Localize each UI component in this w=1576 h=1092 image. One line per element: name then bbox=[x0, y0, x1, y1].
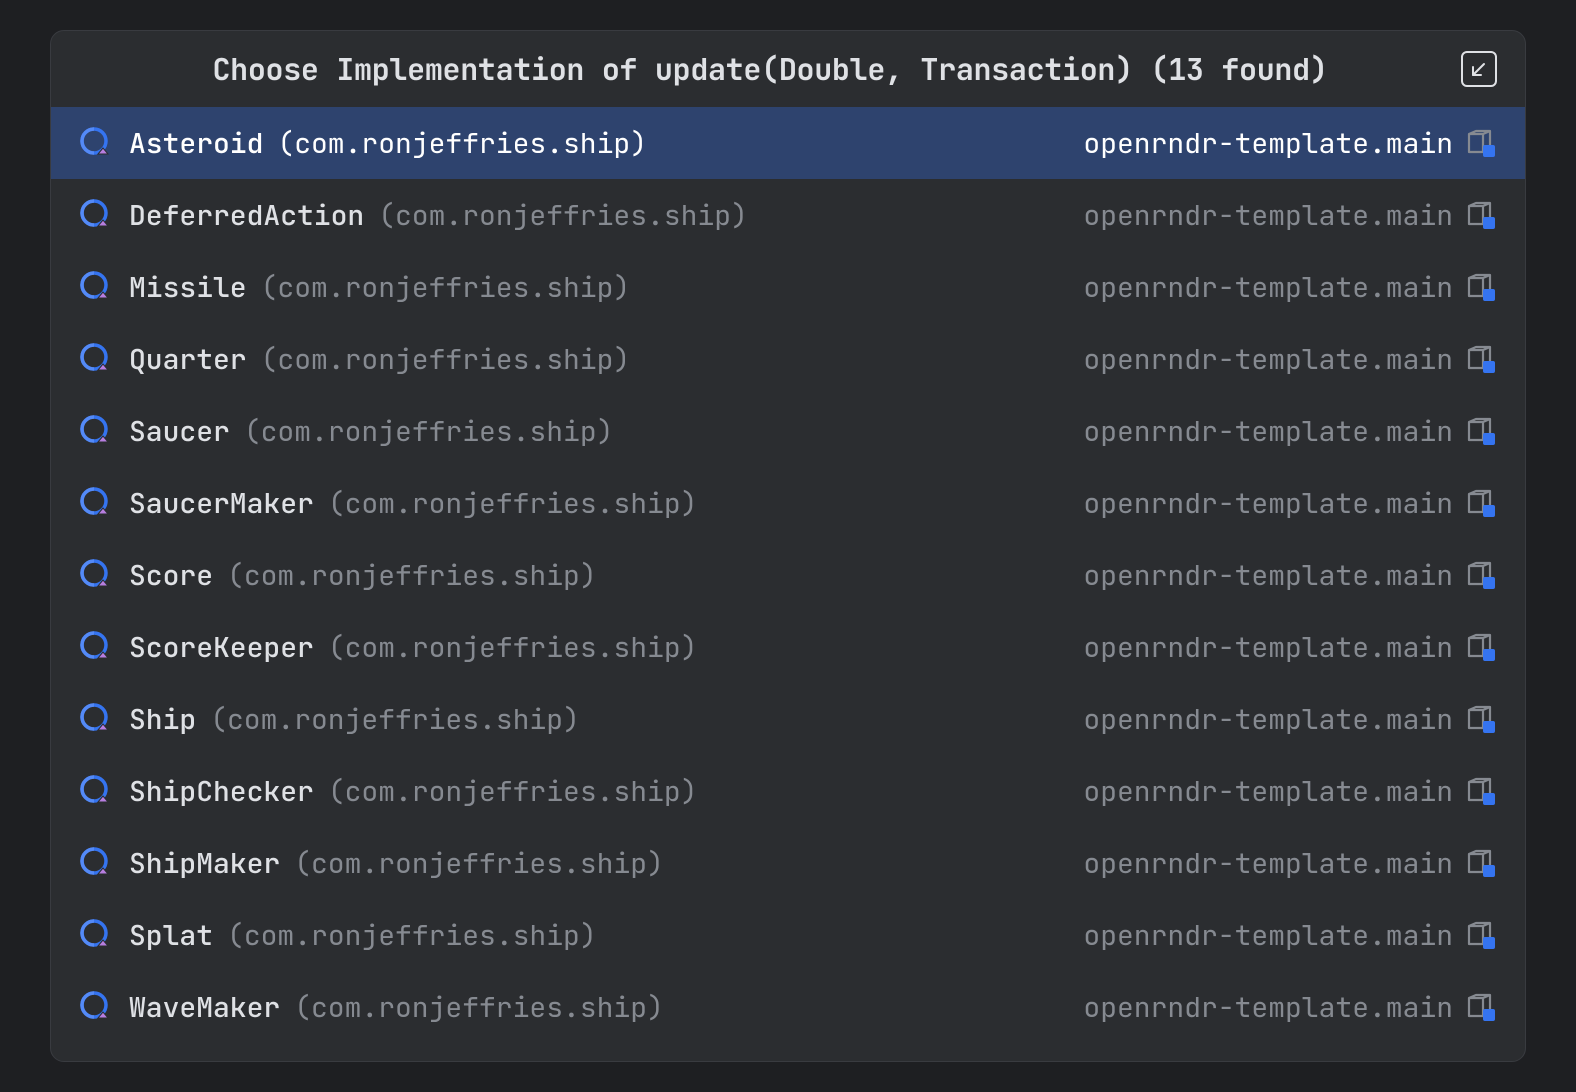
implementation-chooser-popup: Choose Implementation of update(Double, … bbox=[50, 30, 1526, 1062]
module-name: openrndr-template.main bbox=[1083, 197, 1453, 234]
kotlin-class-icon bbox=[79, 198, 113, 232]
module-folder-icon bbox=[1465, 199, 1497, 231]
kotlin-class-icon bbox=[79, 630, 113, 664]
class-name: Score bbox=[129, 557, 213, 594]
module-folder-icon bbox=[1465, 487, 1497, 519]
list-item[interactable]: ShipChecker (com.ronjeffries.ship) openrnd… bbox=[51, 755, 1525, 827]
list-item[interactable]: ScoreKeeper (com.ronjeffries.ship) openrnd… bbox=[51, 611, 1525, 683]
module-folder-icon bbox=[1465, 343, 1497, 375]
list-item[interactable]: WaveMaker (com.ronjeffries.ship) openrndr-… bbox=[51, 971, 1525, 1043]
package-name: (com.ronjeffries.ship) bbox=[261, 269, 631, 306]
module-folder-icon bbox=[1465, 919, 1497, 951]
list-item[interactable]: Quarter (com.ronjeffries.ship) openrndr-te… bbox=[51, 323, 1525, 395]
package-name: (com.ronjeffries.ship) bbox=[244, 413, 614, 450]
kotlin-class-icon bbox=[79, 342, 113, 376]
class-name: WaveMaker bbox=[129, 989, 280, 1026]
class-name: Splat bbox=[129, 917, 213, 954]
module-name: openrndr-template.main bbox=[1083, 341, 1453, 378]
module-name: openrndr-template.main bbox=[1083, 413, 1453, 450]
popup-header: Choose Implementation of update(Double, … bbox=[51, 31, 1525, 107]
package-name: (com.ronjeffries.ship) bbox=[227, 557, 597, 594]
package-name: (com.ronjeffries.ship) bbox=[294, 845, 664, 882]
kotlin-class-icon bbox=[79, 270, 113, 304]
module-folder-icon bbox=[1465, 847, 1497, 879]
module-name: openrndr-template.main bbox=[1083, 557, 1453, 594]
kotlin-class-icon bbox=[79, 990, 113, 1024]
module-name: openrndr-template.main bbox=[1083, 485, 1453, 522]
module-folder-icon bbox=[1465, 127, 1497, 159]
module-folder-icon bbox=[1465, 415, 1497, 447]
list-item[interactable]: Ship (com.ronjeffries.ship) openrndr-templ… bbox=[51, 683, 1525, 755]
class-name: Saucer bbox=[129, 413, 230, 450]
module-name: openrndr-template.main bbox=[1083, 917, 1453, 954]
list-item[interactable]: DeferredAction (com.ronjeffries.ship) open… bbox=[51, 179, 1525, 251]
list-item[interactable]: SaucerMaker (com.ronjeffries.ship) openrnd… bbox=[51, 467, 1525, 539]
package-name: (com.ronjeffries.ship) bbox=[328, 485, 698, 522]
module-name: openrndr-template.main bbox=[1083, 773, 1453, 810]
kotlin-class-icon bbox=[79, 126, 113, 160]
list-item[interactable]: Asteroid (com.ronjeffries.ship) openrndr-t… bbox=[51, 107, 1525, 179]
module-folder-icon bbox=[1465, 775, 1497, 807]
package-name: (com.ronjeffries.ship) bbox=[378, 197, 748, 234]
module-name: openrndr-template.main bbox=[1083, 989, 1453, 1026]
kotlin-class-icon bbox=[79, 414, 113, 448]
implementation-list: Asteroid (com.ronjeffries.ship) openrndr-t… bbox=[51, 107, 1525, 1061]
kotlin-class-icon bbox=[79, 702, 113, 736]
module-folder-icon bbox=[1465, 559, 1497, 591]
class-name: Missile bbox=[129, 269, 247, 306]
module-folder-icon bbox=[1465, 631, 1497, 663]
resize-button[interactable] bbox=[1461, 51, 1497, 87]
kotlin-class-icon bbox=[79, 774, 113, 808]
module-folder-icon bbox=[1465, 703, 1497, 735]
module-name: openrndr-template.main bbox=[1083, 125, 1453, 162]
list-item[interactable]: Splat (com.ronjeffries.ship) openrndr-temp… bbox=[51, 899, 1525, 971]
class-name: ScoreKeeper bbox=[129, 629, 314, 666]
class-name: ShipMaker bbox=[129, 845, 280, 882]
package-name: (com.ronjeffries.ship) bbox=[294, 989, 664, 1026]
list-item[interactable]: Missile (com.ronjeffries.ship) openrndr-te… bbox=[51, 251, 1525, 323]
class-name: Quarter bbox=[129, 341, 247, 378]
class-name: SaucerMaker bbox=[129, 485, 314, 522]
module-folder-icon bbox=[1465, 991, 1497, 1023]
list-item[interactable]: Score (com.ronjeffries.ship) openrndr-temp… bbox=[51, 539, 1525, 611]
module-name: openrndr-template.main bbox=[1083, 845, 1453, 882]
kotlin-class-icon bbox=[79, 486, 113, 520]
module-name: openrndr-template.main bbox=[1083, 269, 1453, 306]
class-name: Ship bbox=[129, 701, 196, 738]
class-name: DeferredAction bbox=[129, 197, 364, 234]
module-name: openrndr-template.main bbox=[1083, 701, 1453, 738]
kotlin-class-icon bbox=[79, 918, 113, 952]
list-item[interactable]: Saucer (com.ronjeffries.ship) openrndr-tem… bbox=[51, 395, 1525, 467]
module-folder-icon bbox=[1465, 271, 1497, 303]
class-name: Asteroid bbox=[129, 125, 263, 162]
popup-title: Choose Implementation of update(Double, … bbox=[79, 49, 1461, 89]
package-name: (com.ronjeffries.ship) bbox=[261, 341, 631, 378]
package-name: (com.ronjeffries.ship) bbox=[328, 773, 698, 810]
package-name: (com.ronjeffries.ship) bbox=[210, 701, 580, 738]
list-item[interactable]: ShipMaker (com.ronjeffries.ship) openrndr-… bbox=[51, 827, 1525, 899]
package-name: (com.ronjeffries.ship) bbox=[328, 629, 698, 666]
resize-icon bbox=[1470, 60, 1488, 78]
module-name: openrndr-template.main bbox=[1083, 629, 1453, 666]
kotlin-class-icon bbox=[79, 558, 113, 592]
package-name: (com.ronjeffries.ship) bbox=[227, 917, 597, 954]
package-name: (com.ronjeffries.ship) bbox=[277, 125, 647, 162]
class-name: ShipChecker bbox=[129, 773, 314, 810]
kotlin-class-icon bbox=[79, 846, 113, 880]
